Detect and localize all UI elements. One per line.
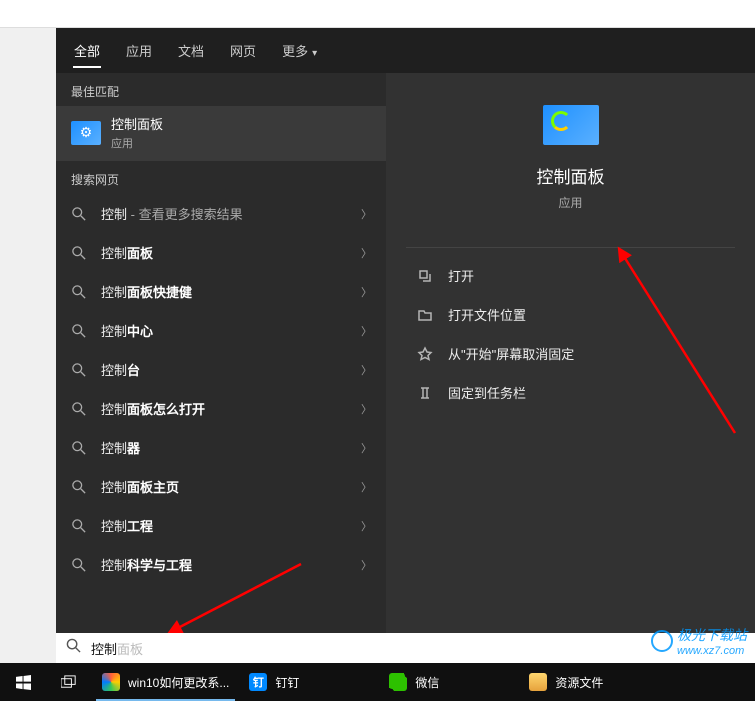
section-search-web: 搜索网页 bbox=[56, 161, 386, 194]
preview-right-pane: 控制面板 应用 打开 打开文件位置 从"开始"屏幕取消固定 固定到任务栏 bbox=[386, 73, 755, 633]
best-match-item[interactable]: ⚙ 控制面板 应用 bbox=[56, 106, 386, 161]
tab-all[interactable]: 全部 bbox=[61, 29, 113, 72]
search-icon bbox=[71, 480, 87, 494]
result-text: 控制器 bbox=[101, 438, 140, 457]
action-open-location[interactable]: 打开文件位置 bbox=[386, 295, 755, 334]
web-result-item[interactable]: 控制面板主页 〉 bbox=[56, 467, 386, 506]
search-icon bbox=[71, 246, 87, 260]
preview-hero: 控制面板 应用 bbox=[386, 73, 755, 229]
wechat-icon bbox=[389, 673, 407, 691]
tab-more[interactable]: 更多▾ bbox=[269, 29, 330, 72]
browser-icon bbox=[102, 673, 120, 691]
web-result-item[interactable]: 控制面板怎么打开 〉 bbox=[56, 389, 386, 428]
windows-logo-icon bbox=[16, 675, 31, 690]
dingding-icon: 钉 bbox=[249, 673, 267, 691]
result-text: 控制 - 查看更多搜索结果 bbox=[101, 204, 243, 223]
action-open[interactable]: 打开 bbox=[386, 256, 755, 295]
section-best-match: 最佳匹配 bbox=[56, 73, 386, 106]
tab-apps[interactable]: 应用 bbox=[113, 29, 165, 72]
folder-location-icon bbox=[416, 307, 434, 323]
search-icon bbox=[71, 441, 87, 455]
taskbar: win10如何更改系... 钉 钉钉 微信 资源文件 bbox=[0, 663, 755, 701]
start-search-panel: 全部 应用 文档 网页 更多▾ 最佳匹配 ⚙ 控制面板 应用 搜索网页 控制 -… bbox=[56, 28, 755, 633]
search-icon bbox=[71, 285, 87, 299]
chevron-right-icon: 〉 bbox=[361, 284, 372, 300]
search-icon bbox=[71, 558, 87, 572]
web-result-item[interactable]: 控制工程 〉 bbox=[56, 506, 386, 545]
tab-docs[interactable]: 文档 bbox=[165, 29, 217, 72]
web-result-item[interactable]: 控制中心 〉 bbox=[56, 311, 386, 350]
chevron-right-icon: 〉 bbox=[361, 557, 372, 573]
search-icon bbox=[71, 363, 87, 377]
web-result-item[interactable]: 控制科学与工程 〉 bbox=[56, 545, 386, 584]
result-text: 控制中心 bbox=[101, 321, 153, 340]
action-pin-taskbar[interactable]: 固定到任务栏 bbox=[386, 373, 755, 412]
search-typed-text: 控制 bbox=[91, 639, 117, 658]
search-icon bbox=[71, 519, 87, 533]
chevron-right-icon: 〉 bbox=[361, 245, 372, 261]
search-icon bbox=[71, 402, 87, 416]
result-text: 控制面板怎么打开 bbox=[101, 399, 205, 418]
result-text: 控制面板主页 bbox=[101, 477, 179, 496]
chevron-right-icon: 〉 bbox=[361, 518, 372, 534]
task-view-icon bbox=[61, 675, 78, 690]
chevron-right-icon: 〉 bbox=[361, 479, 372, 495]
best-match-subtitle: 应用 bbox=[111, 135, 163, 151]
result-text: 控制台 bbox=[101, 360, 140, 379]
preview-title: 控制面板 bbox=[386, 163, 755, 188]
chevron-down-icon: ▾ bbox=[312, 48, 317, 59]
taskbar-app-dingding[interactable]: 钉 钉钉 bbox=[239, 663, 379, 701]
chevron-right-icon: 〉 bbox=[361, 206, 372, 222]
task-view-button[interactable] bbox=[46, 663, 92, 701]
open-icon bbox=[416, 268, 434, 284]
pin-taskbar-icon bbox=[416, 385, 434, 401]
search-icon bbox=[71, 207, 87, 221]
search-input-box[interactable]: 控制面板 bbox=[56, 633, 755, 663]
search-icon bbox=[66, 638, 81, 658]
results-left-pane: 最佳匹配 ⚙ 控制面板 应用 搜索网页 控制 - 查看更多搜索结果〉控制面板〉控… bbox=[56, 73, 386, 633]
search-autocomplete-ghost: 面板 bbox=[117, 639, 143, 658]
unpin-icon bbox=[416, 346, 434, 362]
result-text: 控制科学与工程 bbox=[101, 555, 192, 574]
chevron-right-icon: 〉 bbox=[361, 440, 372, 456]
action-unpin-start[interactable]: 从"开始"屏幕取消固定 bbox=[386, 334, 755, 373]
web-result-item[interactable]: 控制 - 查看更多搜索结果 〉 bbox=[56, 194, 386, 233]
chevron-right-icon: 〉 bbox=[361, 323, 372, 339]
taskbar-app-browser[interactable]: win10如何更改系... bbox=[92, 663, 239, 701]
taskbar-app-explorer[interactable]: 资源文件 bbox=[519, 663, 659, 701]
tab-web[interactable]: 网页 bbox=[217, 29, 269, 72]
web-result-item[interactable]: 控制面板快捷健 〉 bbox=[56, 272, 386, 311]
web-result-item[interactable]: 控制面板 〉 bbox=[56, 233, 386, 272]
folder-icon bbox=[529, 673, 547, 691]
result-text: 控制面板快捷健 bbox=[101, 282, 192, 301]
control-panel-large-icon bbox=[543, 105, 599, 145]
result-text: 控制面板 bbox=[101, 243, 153, 262]
web-result-item[interactable]: 控制器 〉 bbox=[56, 428, 386, 467]
web-result-item[interactable]: 控制台 〉 bbox=[56, 350, 386, 389]
search-icon bbox=[71, 324, 87, 338]
desktop-background bbox=[0, 0, 755, 28]
taskbar-app-wechat[interactable]: 微信 bbox=[379, 663, 519, 701]
divider bbox=[406, 247, 735, 248]
preview-subtitle: 应用 bbox=[386, 194, 755, 211]
chevron-right-icon: 〉 bbox=[361, 362, 372, 378]
best-match-title: 控制面板 bbox=[111, 114, 163, 133]
result-text: 控制工程 bbox=[101, 516, 153, 535]
control-panel-icon: ⚙ bbox=[71, 121, 101, 145]
start-button[interactable] bbox=[0, 663, 46, 701]
chevron-right-icon: 〉 bbox=[361, 401, 372, 417]
search-filter-tabs: 全部 应用 文档 网页 更多▾ bbox=[56, 28, 755, 73]
